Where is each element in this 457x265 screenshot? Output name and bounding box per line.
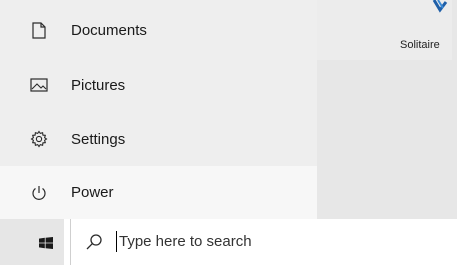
text-caret xyxy=(116,231,117,252)
tiles-panel: Solitaire xyxy=(317,0,457,219)
search-box[interactable]: Type here to search xyxy=(70,219,457,265)
power-icon xyxy=(30,184,48,202)
document-icon xyxy=(30,21,48,39)
start-button[interactable] xyxy=(0,219,64,265)
menu-item-pictures[interactable]: Pictures xyxy=(0,58,317,112)
pictures-icon xyxy=(30,76,48,94)
windows-logo-icon xyxy=(39,236,53,254)
solitaire-tile[interactable]: Solitaire xyxy=(317,0,452,60)
solitaire-logo xyxy=(432,0,452,23)
menu-item-label: Settings xyxy=(71,130,126,148)
menu-item-label: Documents xyxy=(71,21,147,39)
menu-item-settings[interactable]: Settings xyxy=(0,112,317,166)
taskbar: Type here to search xyxy=(0,219,457,265)
menu-item-power[interactable]: Power xyxy=(0,166,317,219)
menu-item-label: Pictures xyxy=(71,76,126,94)
solitaire-label: Solitaire xyxy=(400,39,440,51)
search-placeholder: Type here to search xyxy=(119,233,252,250)
menu-item-documents[interactable]: Documents xyxy=(0,3,317,57)
start-menu-left-panel: Documents Pictures Settings Power xyxy=(0,0,317,219)
search-icon xyxy=(85,233,103,256)
gear-icon xyxy=(30,130,48,148)
menu-item-label: Power xyxy=(71,184,114,201)
